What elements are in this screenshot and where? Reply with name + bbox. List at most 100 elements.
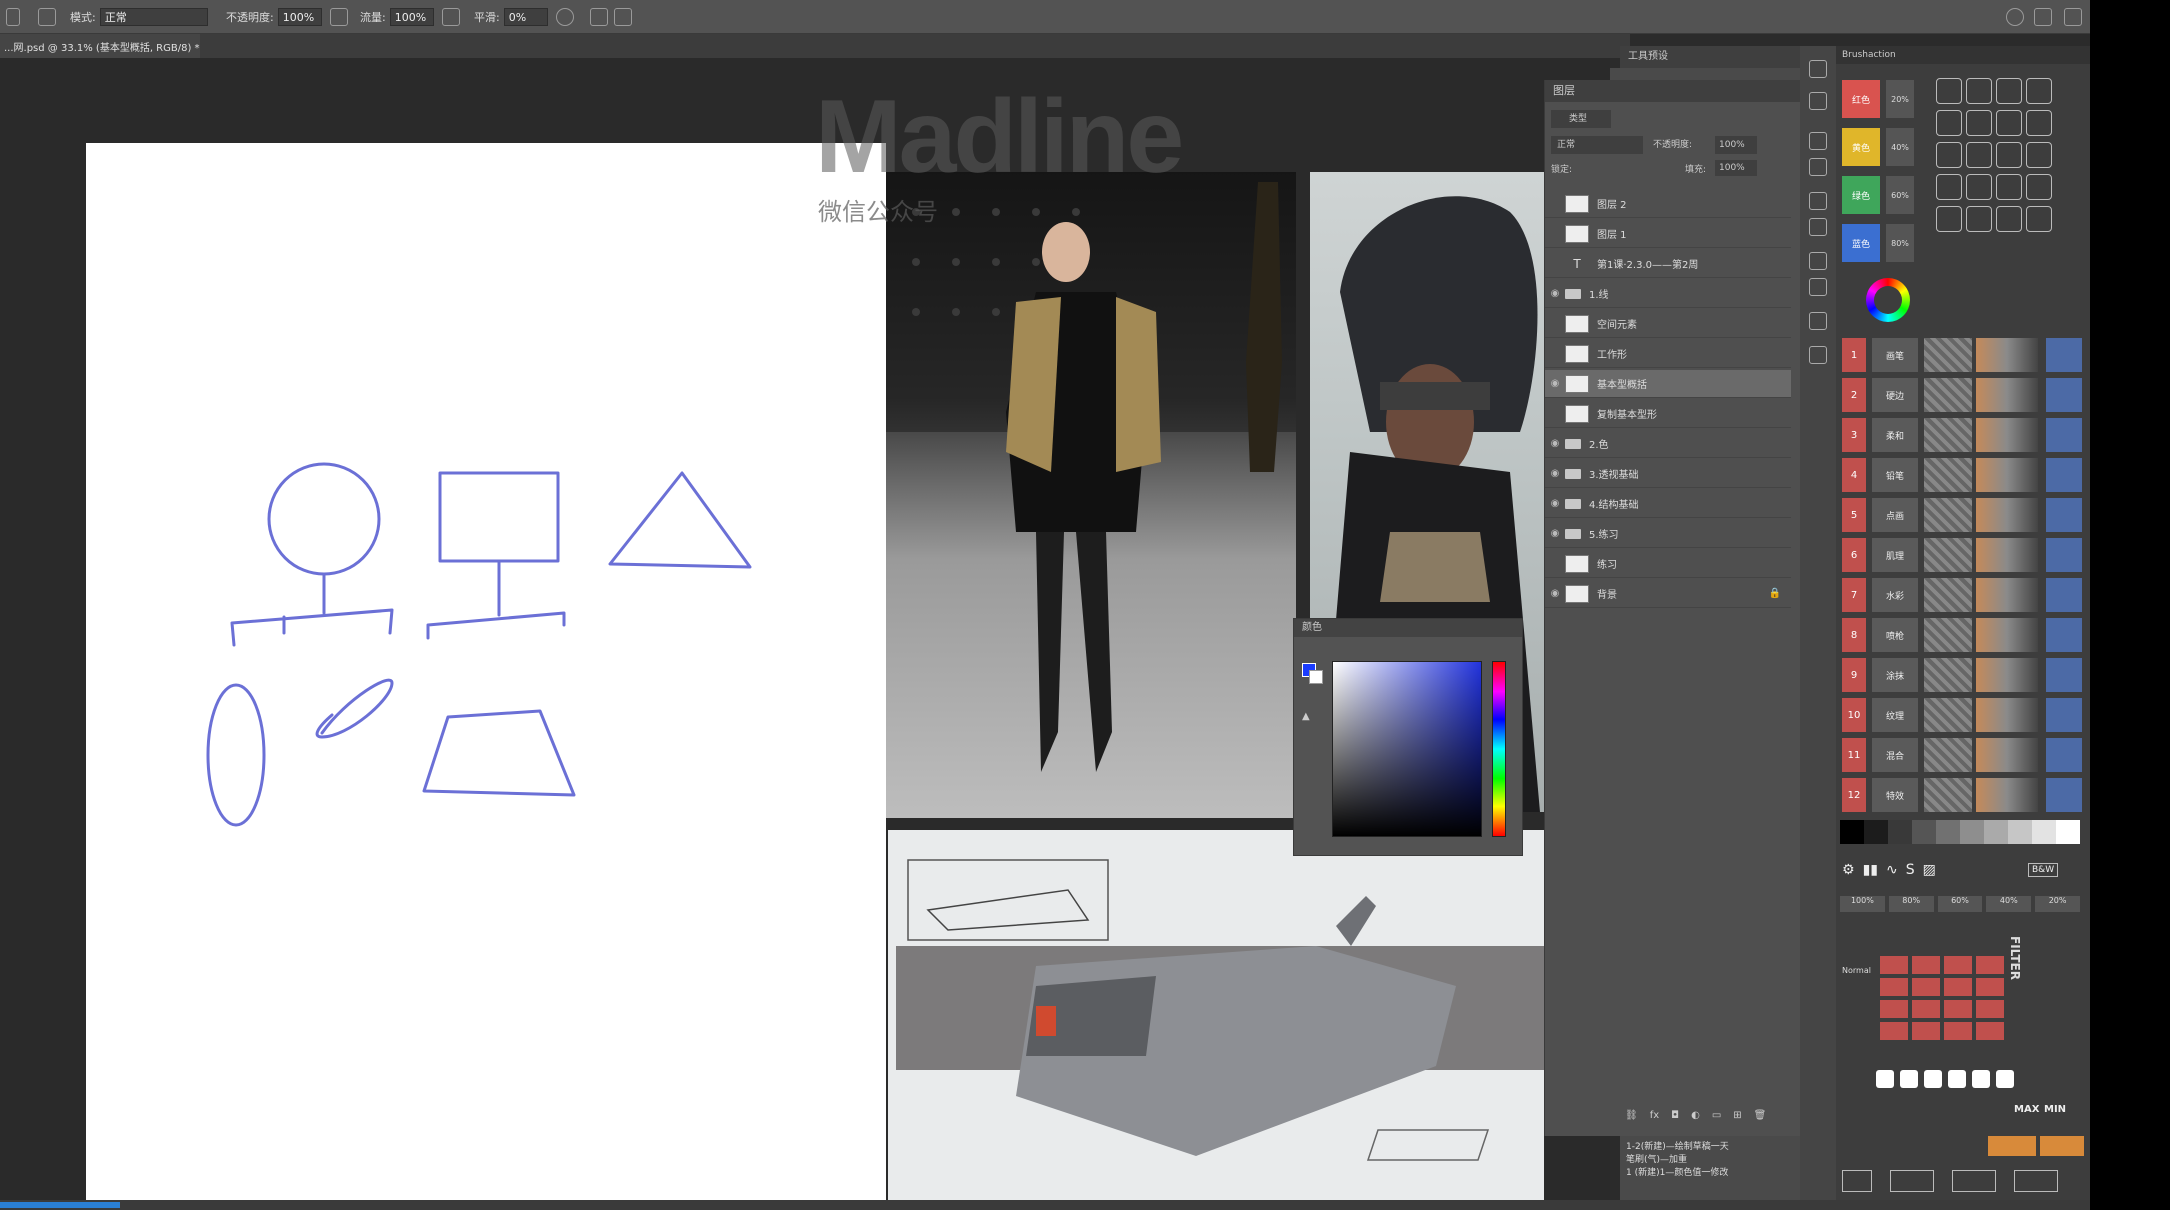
filter-button[interactable] <box>1944 956 1972 974</box>
brush-number[interactable]: 10 <box>1842 698 1866 732</box>
gray-swatch[interactable] <box>2008 820 2032 844</box>
brush-side-swatch[interactable] <box>2046 618 2082 652</box>
layer-row[interactable]: ◉ 2.色 <box>1545 430 1791 458</box>
brush-side-swatch[interactable] <box>2046 418 2082 452</box>
ellipse-icon[interactable] <box>2026 142 2052 168</box>
gray-swatch[interactable] <box>1960 820 1984 844</box>
toggle-button[interactable] <box>1924 1070 1942 1088</box>
brush-stroke-sample[interactable] <box>1976 538 2038 572</box>
search-icon[interactable] <box>2006 8 2024 26</box>
gamut-warning-icon[interactable]: ▲ <box>1302 711 1310 722</box>
pressure-opacity-icon[interactable] <box>330 8 348 26</box>
layer-filter-select[interactable]: 类型 <box>1551 110 1611 128</box>
filter-button[interactable] <box>1976 978 2004 996</box>
gray-swatch[interactable] <box>1864 820 1888 844</box>
color-saturation-field[interactable] <box>1332 661 1482 837</box>
new-layer-icon[interactable]: ⊞ <box>1733 1110 1741 1126</box>
gray-swatch[interactable] <box>2032 820 2056 844</box>
swatch-percent[interactable]: 80% <box>1886 224 1914 262</box>
eye-icon[interactable]: ◉ <box>1545 378 1565 389</box>
brush-name-button[interactable]: 混合 <box>1872 738 1918 772</box>
percent-button[interactable]: 80% <box>1888 896 1934 912</box>
airbrush-icon[interactable] <box>442 8 460 26</box>
filter-button[interactable] <box>1976 1022 2004 1040</box>
brush-name-button[interactable]: 柔和 <box>1872 418 1918 452</box>
color-swatch[interactable]: 黄色 <box>1842 128 1880 166</box>
knife-icon[interactable] <box>2026 174 2052 200</box>
brush-name-button[interactable]: 铅笔 <box>1872 458 1918 492</box>
brush-number[interactable]: 6 <box>1842 538 1866 572</box>
eye-icon[interactable]: ◉ <box>1545 438 1565 449</box>
gray-swatch[interactable] <box>2056 820 2080 844</box>
eye-icon[interactable]: ◉ <box>1545 588 1565 599</box>
eye-icon[interactable]: ◉ <box>1545 468 1565 479</box>
brush-name-button[interactable]: 喷枪 <box>1872 618 1918 652</box>
layer-opacity-field[interactable]: 100% <box>1715 136 1757 154</box>
brush-side-swatch[interactable] <box>2046 378 2082 412</box>
refresh-icon[interactable] <box>2026 206 2052 232</box>
min-button[interactable]: MIN <box>2044 1104 2066 1115</box>
magic-wand-icon[interactable] <box>1996 206 2022 232</box>
fill-field[interactable]: 100% <box>1715 160 1757 176</box>
layer-row[interactable]: 图层 2 <box>1545 190 1791 218</box>
gray-swatch[interactable] <box>1912 820 1936 844</box>
star-icon[interactable] <box>1966 206 1992 232</box>
filter-button[interactable] <box>1880 978 1908 996</box>
brush-number[interactable]: 1 <box>1842 338 1866 372</box>
document-tab[interactable]: ...网.psd @ 33.1% (基本型概括, RGB/8) * × <box>0 34 200 58</box>
brush-side-swatch[interactable] <box>2046 458 2082 492</box>
circle-icon[interactable] <box>1966 174 1992 200</box>
layer-row[interactable]: 空间元素 <box>1545 310 1791 338</box>
layer-row[interactable]: 工作形 <box>1545 340 1791 368</box>
hatch-icon[interactable]: ▨ <box>1923 862 1936 878</box>
opacity-control[interactable]: 不透明度: 100% <box>226 7 322 27</box>
workspace-icon[interactable] <box>2034 8 2052 26</box>
flip-icon[interactable] <box>1842 1170 1872 1192</box>
reference-photo-runway[interactable] <box>886 172 1296 818</box>
brush-number[interactable]: 4 <box>1842 458 1866 492</box>
smoothing-field[interactable]: 0% <box>503 8 548 26</box>
brush-name-button[interactable]: 纹理 <box>1872 698 1918 732</box>
bw-button[interactable]: B&W <box>2028 863 2059 877</box>
brush-side-swatch[interactable] <box>2046 498 2082 532</box>
selective-icon[interactable]: S <box>1906 862 1915 878</box>
color-wheel[interactable] <box>1866 278 1910 322</box>
percent-button[interactable]: 100% <box>1840 896 1885 912</box>
brush-stroke-sample[interactable] <box>1976 378 2038 412</box>
canvas-icon[interactable] <box>1890 1170 1934 1192</box>
filter-button[interactable] <box>1912 1000 1940 1018</box>
brush-stroke-sample[interactable] <box>1976 338 2038 372</box>
brush-number[interactable]: 5 <box>1842 498 1866 532</box>
link-icon[interactable]: ⛓ <box>1625 1110 1638 1126</box>
layer-row[interactable]: 练习 <box>1545 550 1791 578</box>
filter-button[interactable] <box>1944 978 1972 996</box>
brush-icon[interactable] <box>1809 132 1827 150</box>
mode-select[interactable]: 正常 <box>99 8 208 26</box>
layer-row[interactable]: 复制基本型形 <box>1545 400 1791 428</box>
pressure-size-icon[interactable] <box>590 8 608 26</box>
brush-side-swatch[interactable] <box>2046 738 2082 772</box>
brush-side-swatch[interactable] <box>2046 778 2082 812</box>
toggle-button[interactable] <box>1948 1070 1966 1088</box>
filter-button[interactable] <box>1880 956 1908 974</box>
swatch-percent[interactable]: 20% <box>1886 80 1914 118</box>
brush-side-swatch[interactable] <box>2046 658 2082 692</box>
eye-icon[interactable]: ◉ <box>1545 288 1565 299</box>
eye-icon[interactable]: ◉ <box>1545 528 1565 539</box>
brush-number[interactable]: 12 <box>1842 778 1866 812</box>
background-color-swatch[interactable] <box>1309 670 1323 684</box>
filter-button[interactable] <box>1912 956 1940 974</box>
ellipse-select-icon[interactable] <box>1936 206 1962 232</box>
history-item[interactable]: 1-2(新建)—绘制草稿一天 <box>1626 1139 1794 1152</box>
paragraph-icon[interactable] <box>1809 218 1827 236</box>
pen-icon[interactable] <box>1936 78 1962 104</box>
layer-row[interactable]: ◉ 基本型概括 <box>1545 370 1791 398</box>
brush-stroke-sample[interactable] <box>1976 418 2038 452</box>
fullscreen-icon[interactable] <box>2014 1170 2058 1192</box>
layer-row[interactable]: ◉ 5.练习 <box>1545 520 1791 548</box>
trash-icon[interactable]: 🗑 <box>1754 1110 1767 1126</box>
brush-name-button[interactable]: 点画 <box>1872 498 1918 532</box>
grayscale-ramp[interactable] <box>1840 820 2080 844</box>
gray-swatch[interactable] <box>1888 820 1912 844</box>
brush-side-swatch[interactable] <box>2046 338 2082 372</box>
